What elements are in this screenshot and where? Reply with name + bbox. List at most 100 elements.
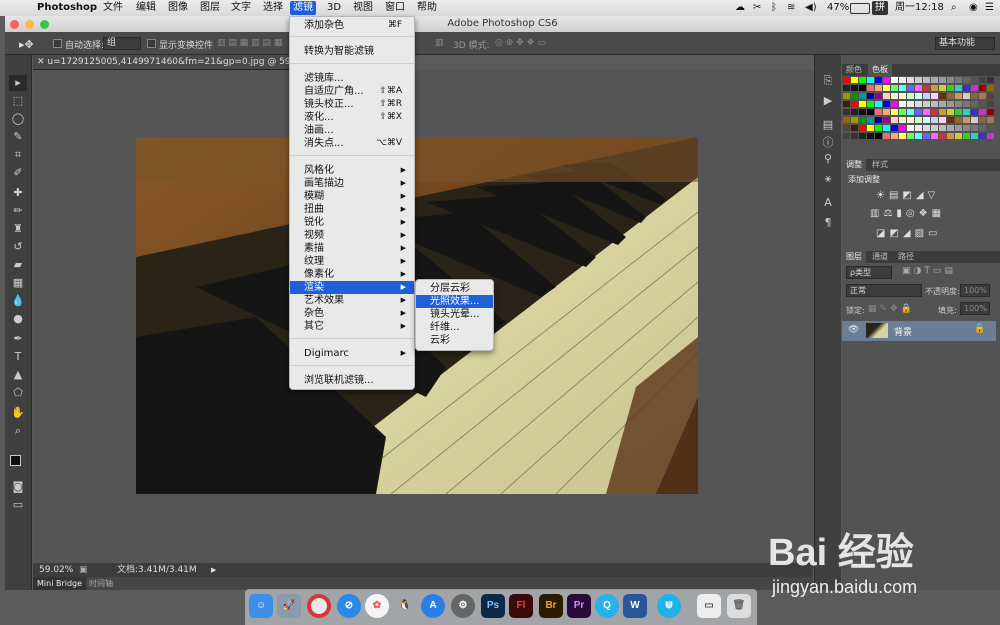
bluetooth-icon[interactable]: ᛒ <box>768 1 780 15</box>
swatch[interactable] <box>883 77 890 83</box>
swatch[interactable] <box>931 133 938 139</box>
quick-select-icon[interactable]: ✎ <box>9 129 27 145</box>
swatch[interactable] <box>859 125 866 131</box>
swatch[interactable] <box>867 125 874 131</box>
swatch[interactable] <box>971 133 978 139</box>
swatch[interactable] <box>899 125 906 131</box>
swatch[interactable] <box>867 77 874 83</box>
swatch[interactable] <box>883 85 890 91</box>
tab-styles[interactable]: 样式 <box>868 159 892 171</box>
swatch[interactable] <box>907 85 914 91</box>
menu-item-artistic[interactable]: 艺术效果 ▶ <box>290 294 414 307</box>
opacity-field[interactable]: 100% <box>960 284 990 297</box>
siri-icon[interactable]: ◉ <box>966 1 981 15</box>
menu-item-lighting-effects[interactable]: 光照效果... <box>416 295 493 308</box>
swatch[interactable] <box>867 133 874 139</box>
document-tab[interactable]: ✕ u=1729125005,4149971460&fm=21&gp=0.jpg… <box>33 55 318 70</box>
swatch[interactable] <box>875 125 882 131</box>
swatch[interactable] <box>971 85 978 91</box>
show-transform-checkbox[interactable] <box>147 39 156 48</box>
menu-select[interactable]: 选择 <box>260 1 286 15</box>
swatch[interactable] <box>963 77 970 83</box>
menu-item-pixelate[interactable]: 像素化 ▶ <box>290 268 414 281</box>
swatch[interactable] <box>915 93 922 99</box>
quicktime-icon[interactable]: Q <box>595 594 619 618</box>
swatch[interactable] <box>883 93 890 99</box>
battery-icon[interactable] <box>850 3 870 14</box>
menu-item-liquify[interactable]: 液化... ⇧⌘X <box>290 111 414 124</box>
menu-file[interactable]: 文件 <box>100 1 126 15</box>
dock-pr[interactable]: Pr <box>567 594 591 618</box>
swatch[interactable] <box>923 117 930 123</box>
adjustment-icons-row1[interactable]: ☀▤◩◢▽ <box>876 190 966 201</box>
swatch[interactable] <box>851 133 858 139</box>
tab-mini-bridge[interactable]: Mini Bridge <box>33 577 87 590</box>
swatch[interactable] <box>939 77 946 83</box>
info-icon[interactable]: ⓘ <box>819 135 837 151</box>
swatch[interactable] <box>915 85 922 91</box>
swatch[interactable] <box>859 93 866 99</box>
menu-item-video[interactable]: 视频 ▶ <box>290 229 414 242</box>
swatch[interactable] <box>907 117 914 123</box>
launchpad-icon[interactable]: 🚀 <box>277 594 301 618</box>
blur-tool-icon[interactable]: 💧 <box>9 293 27 309</box>
swatch[interactable] <box>875 109 882 115</box>
swatch[interactable] <box>939 101 946 107</box>
swatch[interactable] <box>923 109 930 115</box>
swatch[interactable] <box>875 133 882 139</box>
group-dropdown[interactable]: 组 <box>103 37 141 50</box>
menu-item-adaptive-wide-angle[interactable]: 自适应广角... ⇧⌘A <box>290 85 414 98</box>
swatch[interactable] <box>851 101 858 107</box>
hand-tool-icon[interactable]: ✋ <box>9 405 27 421</box>
swatch[interactable] <box>963 125 970 131</box>
swatch[interactable] <box>907 101 914 107</box>
menu-item-blur[interactable]: 模糊 ▶ <box>290 190 414 203</box>
swatch[interactable] <box>939 109 946 115</box>
swatch[interactable] <box>843 125 850 131</box>
paragraph-icon[interactable]: ¶ <box>819 215 837 231</box>
swatch[interactable] <box>931 117 938 123</box>
swatch[interactable] <box>891 77 898 83</box>
zoom-level[interactable]: 59.02% <box>39 563 73 577</box>
marquee-tool-icon[interactable]: ⬚ <box>9 93 27 109</box>
dock-word[interactable]: W <box>623 594 647 618</box>
swatch[interactable] <box>955 93 962 99</box>
input-method[interactable]: 拼 <box>872 1 888 15</box>
swatch[interactable] <box>891 85 898 91</box>
menu-item-texture[interactable]: 纹理 ▶ <box>290 255 414 268</box>
swatch[interactable] <box>851 109 858 115</box>
tab-timeline[interactable]: 时间轴 <box>89 577 113 590</box>
tab-color[interactable]: 颜色 <box>842 64 866 76</box>
swatch[interactable] <box>955 77 962 83</box>
swatch[interactable] <box>867 109 874 115</box>
swatch[interactable] <box>859 117 866 123</box>
foreground-color[interactable] <box>10 455 21 466</box>
swatch[interactable] <box>979 85 986 91</box>
dock-ps[interactable]: Ps <box>481 594 505 618</box>
search-icon[interactable]: ⌕ <box>948 1 960 15</box>
menu-item-fibers[interactable]: 纤维... <box>416 321 493 334</box>
menu-item-sketch[interactable]: 素描 ▶ <box>290 242 414 255</box>
swatch[interactable] <box>867 93 874 99</box>
tools-icon[interactable]: ✂ <box>750 1 764 15</box>
menu-item-stylize[interactable]: 风格化 ▶ <box>290 164 414 177</box>
system-preferences-icon[interactable]: ⚙ <box>451 594 475 618</box>
swatch[interactable] <box>987 77 994 83</box>
swatch[interactable] <box>971 101 978 107</box>
swatch[interactable] <box>899 77 906 83</box>
menu-item-add-noise[interactable]: 添加杂色 ⌘F <box>290 19 414 32</box>
swatch[interactable] <box>979 133 986 139</box>
shape-tool-icon[interactable]: ⬠ <box>9 385 27 401</box>
finder-icon[interactable]: ☺ <box>249 594 273 618</box>
path-select-icon[interactable]: ▲ <box>9 367 27 383</box>
swatch[interactable] <box>971 117 978 123</box>
3d-tools-icons[interactable]: ◎ ⊕ ✥ ❖ ▭ <box>495 38 546 48</box>
cloud-icon[interactable]: ☁ <box>732 1 748 15</box>
swatch[interactable] <box>939 117 946 123</box>
swatch[interactable] <box>891 117 898 123</box>
swatch[interactable] <box>979 125 986 131</box>
swatch[interactable] <box>899 101 906 107</box>
swatch[interactable] <box>963 117 970 123</box>
align-icons[interactable]: ▥ ▤ ▦ ▥ ▤ ▦ <box>217 38 282 48</box>
history-icon[interactable]: ⎘ <box>819 73 837 89</box>
